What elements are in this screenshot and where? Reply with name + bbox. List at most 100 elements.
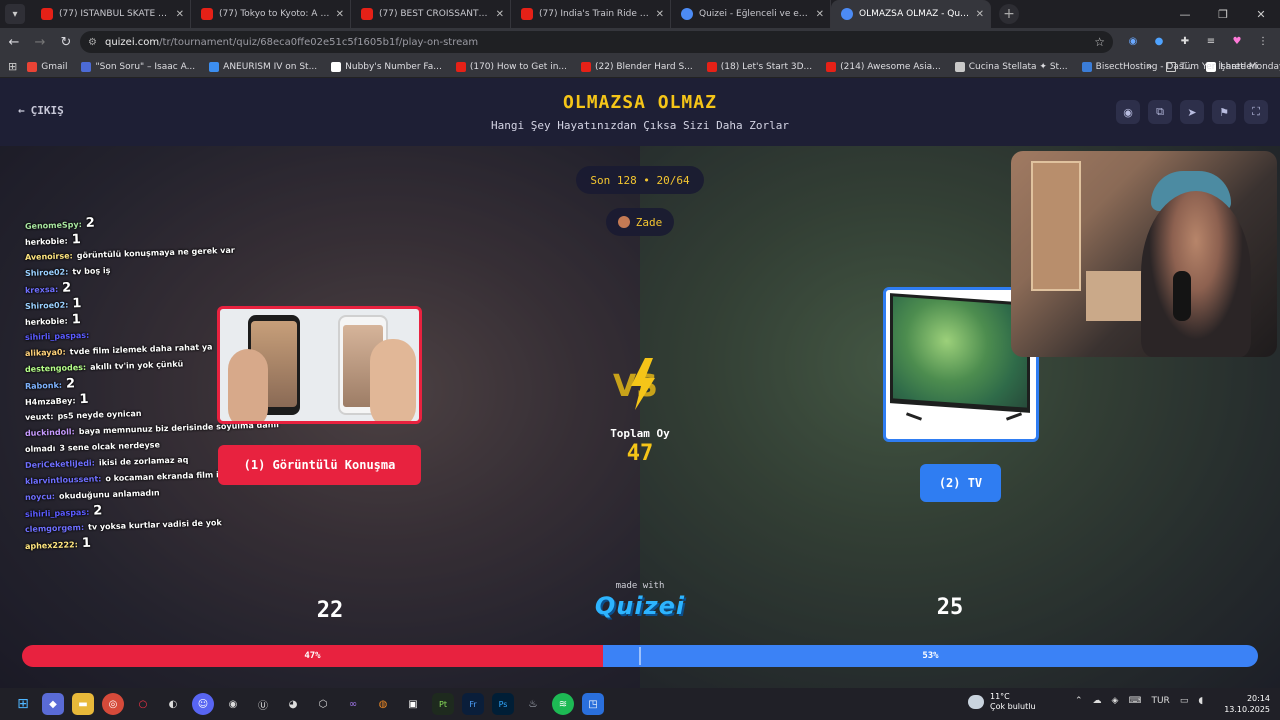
- bookmark-item[interactable]: (170) How to Get in...: [455, 61, 567, 72]
- bookmark-item[interactable]: Gmail: [27, 61, 67, 72]
- visual-studio-icon[interactable]: ∞: [342, 693, 364, 715]
- steam-app-icon[interactable]: ◐: [162, 693, 184, 715]
- minimize-icon[interactable]: —: [1166, 0, 1204, 28]
- more-bookmarks-button[interactable]: »: [1147, 62, 1153, 72]
- chat-text: ps5 neyde oynican: [57, 408, 142, 421]
- bookmark-favicon-icon: [1081, 61, 1092, 72]
- chrome-icon[interactable]: ◎: [102, 693, 124, 715]
- language-indicator[interactable]: TUR: [1151, 696, 1169, 706]
- tray-icon-2[interactable]: ◈: [1112, 696, 1119, 706]
- chat-text: 2: [65, 376, 76, 392]
- bookmark-star-icon[interactable]: ☆: [1094, 35, 1105, 49]
- bookmark-item[interactable]: "Son Soru" – Isaac A...: [81, 61, 195, 72]
- address-bar-row: ← → ↻ ⚙ quizei.com/tr/tournament/quiz/68…: [0, 28, 1280, 56]
- spotify-icon[interactable]: ≋: [552, 693, 574, 715]
- close-tab-icon[interactable]: ✕: [976, 9, 984, 20]
- bookmark-favicon-icon: [27, 61, 38, 72]
- steam-icon[interactable]: ♨: [522, 693, 544, 715]
- new-tab-button[interactable]: +: [999, 4, 1019, 24]
- close-tab-icon[interactable]: ✕: [496, 9, 504, 20]
- extension-icon-1[interactable]: ◉: [1124, 32, 1142, 50]
- bookmark-favicon-icon: [81, 61, 92, 72]
- quizei-favicon-icon: [841, 8, 853, 20]
- tray-icon-1[interactable]: ☁: [1093, 696, 1102, 706]
- all-bookmarks-folder[interactable]: Tüm Yer İşaretleri: [1166, 62, 1258, 72]
- windows-start-icon[interactable]: ⊞: [12, 693, 34, 715]
- quizei-favicon-icon: [681, 8, 693, 20]
- youtube-icon: [521, 8, 533, 20]
- media-icon[interactable]: ≡: [1202, 32, 1220, 50]
- right-option-button[interactable]: (2) TV: [920, 464, 1001, 502]
- opera-icon[interactable]: ○: [132, 693, 154, 715]
- bookmark-item[interactable]: (214) Awesome Asia...: [826, 61, 941, 72]
- browser-tab[interactable]: OLMAZSA OLMAZ - Quizei ✕: [831, 0, 991, 28]
- browser-tab[interactable]: (77) ISTANBUL SKATE LIFE - You ✕: [31, 0, 191, 28]
- flag-icon[interactable]: ⚑: [1212, 100, 1236, 124]
- close-tab-icon[interactable]: ✕: [816, 9, 824, 20]
- discord-icon[interactable]: ☺: [192, 693, 214, 715]
- copilot-icon[interactable]: ◆: [42, 693, 64, 715]
- chat-text: ikisi de zorlamaz aq: [98, 455, 189, 468]
- tab-title: (77) India's Train Ride from Hel: [539, 9, 650, 19]
- chevron-up-icon[interactable]: ⌃: [1075, 696, 1083, 706]
- forward-icon[interactable]: →: [28, 30, 52, 54]
- copy-icon[interactable]: ⧉: [1148, 100, 1172, 124]
- cloud-icon: [968, 695, 984, 709]
- bookmark-favicon-icon: [455, 61, 466, 72]
- network-icon[interactable]: ▭: [1180, 696, 1189, 706]
- fresco-icon[interactable]: Fr: [462, 693, 484, 715]
- bookmark-item[interactable]: (18) Let's Start 3D...: [706, 61, 812, 72]
- bookmark-item[interactable]: ANEURISM IV on St...: [209, 61, 317, 72]
- chat-username: herkobie:: [24, 236, 68, 247]
- quizei-logo: Quizei: [594, 592, 686, 620]
- close-window-icon[interactable]: ✕: [1242, 0, 1280, 28]
- file-explorer-icon[interactable]: ▬: [72, 693, 94, 715]
- reload-icon[interactable]: ↻: [54, 30, 78, 54]
- chat-username: aphex2222:: [24, 540, 79, 551]
- app2-icon[interactable]: ◳: [582, 693, 604, 715]
- github-icon[interactable]: ◕: [282, 693, 304, 715]
- close-tab-icon[interactable]: ✕: [176, 9, 184, 20]
- left-option-image[interactable]: [217, 306, 422, 424]
- pt-icon[interactable]: Pt: [432, 693, 454, 715]
- chat-username: Rabonk:: [24, 380, 63, 391]
- tab-title: (77) Tokyo to Kyoto: A Salaryma: [219, 9, 330, 19]
- bookmark-item[interactable]: Nubby's Number Fa...: [331, 61, 442, 72]
- send-icon[interactable]: ➤: [1180, 100, 1204, 124]
- apps-grid-icon[interactable]: ⊞: [8, 60, 17, 73]
- extensions-puzzle-icon[interactable]: ✚: [1176, 32, 1194, 50]
- keyboard-icon[interactable]: ⌨: [1128, 696, 1141, 706]
- close-tab-icon[interactable]: ✕: [336, 9, 344, 20]
- browser-tab[interactable]: (77) India's Train Ride from Hel ✕: [511, 0, 671, 28]
- bookmark-item[interactable]: (22) Blender Hard S...: [581, 61, 693, 72]
- hex-app-icon[interactable]: ⬡: [312, 693, 334, 715]
- clock-date: 13.10.2025: [1224, 705, 1270, 714]
- site-info-icon[interactable]: ⚙: [88, 37, 97, 48]
- vote-progress-bar: 47% 53%: [22, 645, 1258, 667]
- back-icon[interactable]: ←: [2, 30, 26, 54]
- weather-widget[interactable]: 11°C Çok bulutlu: [968, 692, 1036, 712]
- url-input[interactable]: ⚙ quizei.com/tr/tournament/quiz/68eca0ff…: [80, 31, 1113, 53]
- blender-icon[interactable]: ◍: [372, 693, 394, 715]
- tab-search-button[interactable]: ▾: [5, 4, 25, 24]
- close-tab-icon[interactable]: ✕: [656, 9, 664, 20]
- fullscreen-icon[interactable]: ⛶: [1244, 100, 1268, 124]
- eye-icon[interactable]: ◉: [1116, 100, 1140, 124]
- left-option-button[interactable]: (1) Görüntülü Konuşma: [218, 445, 421, 485]
- profile-avatar[interactable]: ♥: [1228, 32, 1246, 50]
- extension-icon-2[interactable]: ●: [1150, 32, 1168, 50]
- obs-icon[interactable]: ◉: [222, 693, 244, 715]
- app-icon[interactable]: ▣: [402, 693, 424, 715]
- bookmark-item[interactable]: Cucina Stellata ✦ St...: [954, 61, 1068, 72]
- chat-username: herkobie:: [24, 316, 68, 327]
- maximize-icon[interactable]: ❐: [1204, 0, 1242, 28]
- browser-tab[interactable]: Quizei - Eğlenceli ve etkileşimli ✕: [671, 0, 831, 28]
- browser-tab[interactable]: (77) Tokyo to Kyoto: A Salaryma ✕: [191, 0, 351, 28]
- clock[interactable]: 20:14 13.10.2025: [1224, 693, 1270, 715]
- volume-icon[interactable]: ◖: [1198, 696, 1203, 706]
- browser-tab[interactable]: (77) BEST CROISSANT IN PARIS ✕: [351, 0, 511, 28]
- photoshop-icon[interactable]: Ps: [492, 693, 514, 715]
- bookmarks-bar: ⊞ Gmail "Son Soru" – Isaac A... ANEURISM I…: [0, 56, 1280, 78]
- browser-menu-icon[interactable]: ⋮: [1254, 32, 1272, 50]
- unreal-icon[interactable]: Ⓤ: [252, 693, 274, 715]
